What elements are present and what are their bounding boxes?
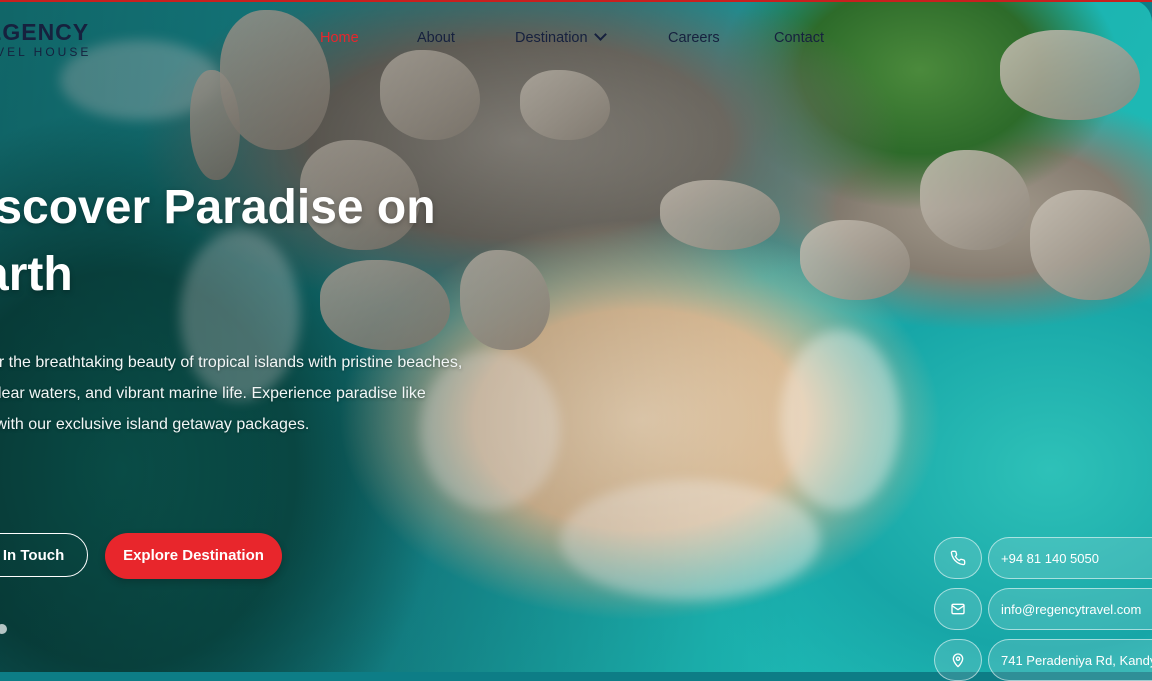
- description-line: ver the breathtaking beauty of tropical …: [0, 354, 463, 371]
- phone-text[interactable]: +94 81 140 5050: [988, 537, 1152, 579]
- nav-about[interactable]: About: [417, 30, 455, 46]
- nav-contact[interactable]: Contact: [774, 30, 824, 46]
- phone-icon[interactable]: [934, 537, 982, 579]
- headline-line-1: iscover Paradise on: [0, 181, 436, 234]
- headline-line-2: arth: [0, 248, 73, 301]
- hero-description: ver the breathtaking beauty of tropical …: [0, 347, 522, 440]
- location-pin-icon[interactable]: [934, 639, 982, 681]
- chevron-down-icon: [593, 28, 607, 41]
- explore-destination-button[interactable]: Explore Destination: [105, 533, 282, 579]
- nav-destination[interactable]: Destination: [515, 28, 607, 46]
- brand-logo[interactable]: EGENCY AVEL HOUSE: [0, 20, 91, 60]
- logo-name: EGENCY: [0, 19, 90, 45]
- address-text[interactable]: 741 Peradeniya Rd, Kandy.: [988, 639, 1152, 681]
- get-in-touch-button[interactable]: t In Touch: [0, 533, 88, 577]
- description-line: e with our exclusive island getaway pack…: [0, 416, 310, 433]
- hero-headline: iscover Paradise on arth: [0, 174, 436, 308]
- nav-destination-label: Destination: [515, 30, 588, 46]
- nav-home[interactable]: Home: [320, 30, 359, 46]
- description-line: l clear waters, and vibrant marine life.…: [0, 385, 426, 402]
- logo-tagline: AVEL HOUSE: [0, 45, 92, 59]
- top-accent-bar: [0, 0, 1152, 2]
- mail-icon[interactable]: [934, 588, 982, 630]
- nav-careers[interactable]: Careers: [668, 30, 720, 46]
- email-text[interactable]: info@regencytravel.com: [988, 588, 1152, 630]
